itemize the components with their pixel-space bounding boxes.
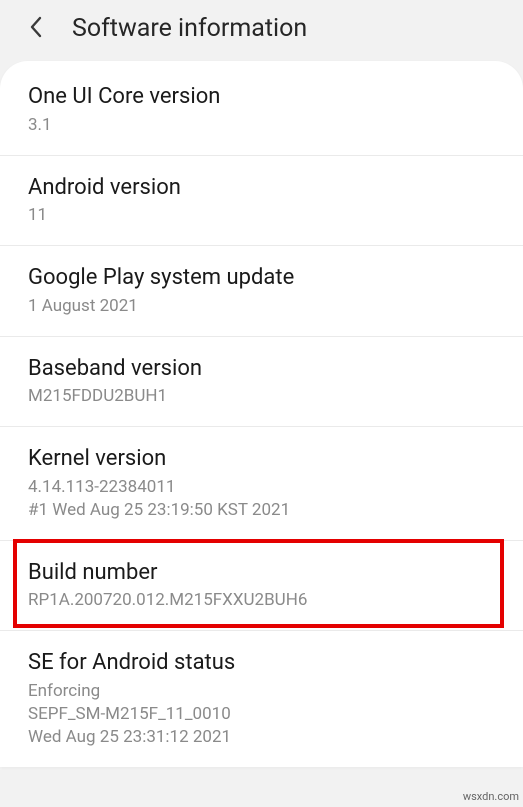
page-title: Software information [72,14,307,43]
row-label: One UI Core version [28,83,495,112]
back-button[interactable] [22,15,50,43]
row-label: Google Play system update [28,264,495,293]
row-build-number[interactable]: Build number RP1A.200720.012.M215FXXU2BU… [0,541,523,632]
row-se-android-status[interactable]: SE for Android status Enforcing SEPF_SM-… [0,631,523,766]
row-label: Baseband version [28,355,495,384]
row-value: 11 [28,204,495,227]
row-one-ui-version[interactable]: One UI Core version 3.1 [0,65,523,156]
row-value: M215FDDU2BUH1 [28,385,495,408]
row-value: 4.14.113-22384011 #1 Wed Aug 25 23:19:50… [28,476,495,522]
row-value: 3.1 [28,114,495,137]
chevron-left-icon [29,16,43,42]
settings-list: One UI Core version 3.1 Android version … [0,61,523,767]
row-label: Kernel version [28,445,495,474]
watermark: wsxdn.com [463,790,519,803]
row-google-play-update[interactable]: Google Play system update 1 August 2021 [0,246,523,337]
row-value: RP1A.200720.012.M215FXXU2BUH6 [28,589,495,612]
row-baseband-version[interactable]: Baseband version M215FDDU2BUH1 [0,337,523,428]
row-android-version[interactable]: Android version 11 [0,156,523,247]
row-label: Android version [28,174,495,203]
row-kernel-version[interactable]: Kernel version 4.14.113-22384011 #1 Wed … [0,427,523,540]
row-label: Build number [28,559,495,588]
row-value: Enforcing SEPF_SM-M215F_11_0010 Wed Aug … [28,680,495,749]
row-label: SE for Android status [28,649,495,678]
row-value: 1 August 2021 [28,295,495,318]
